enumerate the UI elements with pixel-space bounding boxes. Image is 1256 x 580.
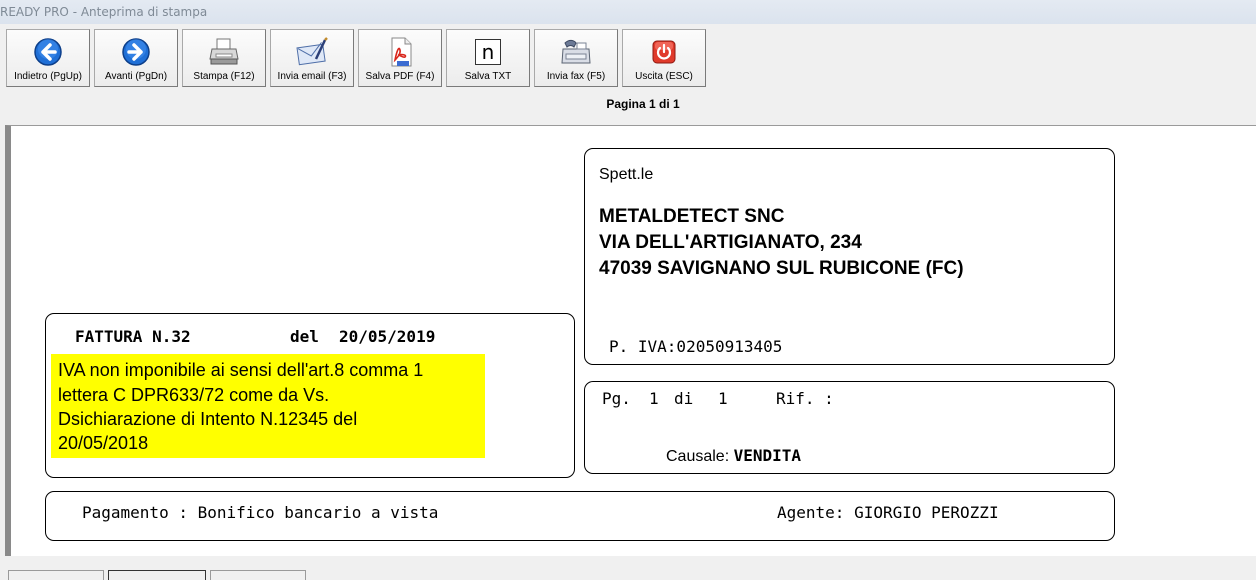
save-txt-button-label: Salva TXT — [464, 71, 512, 82]
agent-value: GIORGIO PEROZZI — [854, 503, 999, 522]
causale-value: VENDITA — [733, 446, 802, 465]
print-preview[interactable]: Spett.le METALDETECT SNC VIA DELL'ARTIGI… — [5, 125, 1256, 556]
save-pdf-button-label: Salva PDF (F4) — [365, 71, 435, 82]
back-button-label: Indietro (PgUp) — [14, 71, 82, 82]
invoice-number: 32 — [171, 327, 191, 346]
bottom-tab[interactable] — [8, 570, 104, 580]
exit-button[interactable]: Uscita (ESC) — [622, 29, 706, 87]
salutation: Spett.le — [599, 166, 654, 183]
page-label: Pg. — [602, 389, 631, 408]
power-icon — [648, 36, 680, 68]
recipient-address: VIA DELL'ARTIGIANATO, 234 — [599, 232, 862, 253]
toolbar: Indietro (PgUp) Avanti (PgDn) Stampa (F1… — [0, 24, 1256, 124]
recipient-name: METALDETECT SNC — [599, 206, 785, 227]
title-bar: READY PRO - Anteprima di stampa — [0, 0, 1256, 25]
note-line: Dsichiarazione di Intento N.12345 del — [58, 409, 358, 429]
payment-box: Pagamento : Bonifico bancario a vista Ag… — [45, 491, 1115, 541]
send-fax-button-label: Invia fax (F5) — [546, 71, 606, 82]
page-total: 1 — [718, 389, 728, 408]
back-button[interactable]: Indietro (PgUp) — [6, 29, 90, 87]
bottom-bar — [0, 556, 1256, 580]
save-pdf-button[interactable]: Salva PDF (F4) — [358, 29, 442, 87]
note-line: IVA non imponibile ai sensi dell'art.8 c… — [58, 360, 424, 380]
text-file-glyph: n — [475, 39, 501, 65]
arrow-right-icon — [120, 36, 152, 68]
recipient-vat: P. IVA:02050913405 — [609, 337, 783, 356]
recipient-city: 47039 SAVIGNANO SUL RUBICONE (FC) — [599, 258, 964, 279]
print-button[interactable]: Stampa (F12) — [182, 29, 266, 87]
page-of: di — [674, 389, 694, 408]
note-line: lettera C DPR633/72 come da Vs. — [58, 385, 330, 405]
reference-label: Rif. : — [776, 389, 834, 408]
send-email-button[interactable]: Invia email (F3) — [270, 29, 354, 87]
note-line: 20/05/2018 — [58, 433, 149, 453]
payment-label: Pagamento : — [82, 503, 188, 522]
bottom-tab[interactable] — [210, 570, 306, 580]
bottom-tab[interactable] — [108, 570, 206, 580]
window-title: READY PRO - Anteprima di stampa — [0, 5, 208, 19]
envelope-icon — [296, 36, 328, 68]
pdf-icon — [384, 36, 416, 68]
page-indicator: Pagina 1 di 1 — [606, 97, 680, 111]
causale-label: Causale: — [666, 448, 730, 465]
forward-button[interactable]: Avanti (PgDn) — [94, 29, 178, 87]
invoice-date-label: del — [290, 327, 319, 346]
payment-value: Bonifico bancario a vista — [197, 503, 439, 522]
fax-icon — [560, 36, 592, 68]
exit-button-label: Uscita (ESC) — [635, 71, 693, 82]
page-current: 1 — [649, 389, 659, 408]
save-txt-button[interactable]: n Salva TXT — [446, 29, 530, 87]
printer-icon — [208, 36, 240, 68]
send-fax-button[interactable]: Invia fax (F5) — [534, 29, 618, 87]
vat-exemption-note: IVA non imponibile ai sensi dell'art.8 c… — [51, 354, 485, 458]
info-box: Pg. 1 di 1 Rif. : Causale: VENDITA — [584, 381, 1115, 474]
print-button-label: Stampa (F12) — [193, 71, 255, 82]
forward-button-label: Avanti (PgDn) — [104, 71, 168, 82]
arrow-left-icon — [32, 36, 64, 68]
agent-label: Agente: — [777, 503, 845, 522]
invoice-date: 20/05/2019 — [339, 327, 436, 346]
text-file-icon: n — [472, 36, 504, 68]
invoice-label: FATTURA N. — [75, 327, 172, 346]
send-email-button-label: Invia email (F3) — [277, 71, 347, 82]
recipient-box: Spett.le METALDETECT SNC VIA DELL'ARTIGI… — [584, 148, 1115, 365]
